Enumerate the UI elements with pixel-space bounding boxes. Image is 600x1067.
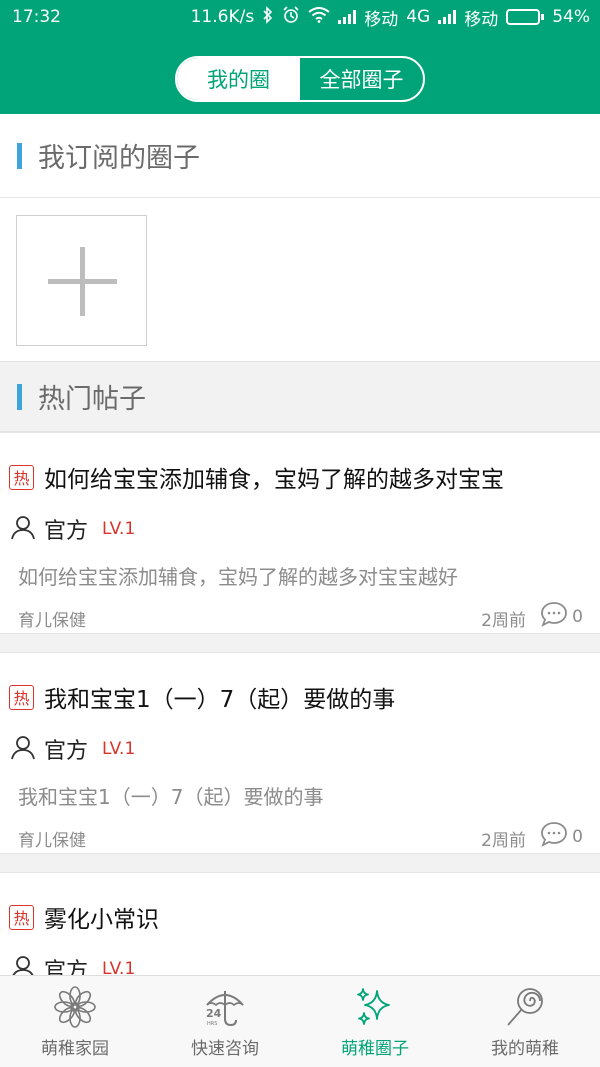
nav-label: 我的萌稚 bbox=[491, 1039, 559, 1059]
alarm-icon bbox=[282, 5, 300, 29]
sparkle-icon bbox=[351, 984, 399, 1030]
post-title-row: 热 雾化小常识 bbox=[9, 900, 600, 934]
lollipop-icon bbox=[501, 984, 549, 1030]
flower-icon bbox=[51, 984, 99, 1030]
section-accent-bar bbox=[17, 383, 22, 410]
section-title: 我订阅的圈子 bbox=[38, 143, 200, 174]
post-title-row: 热 我和宝宝1（一）7（起）要做的事 bbox=[9, 680, 600, 714]
battery-icon bbox=[506, 9, 545, 25]
bluetooth-icon bbox=[262, 5, 274, 29]
post-author: 官方 bbox=[44, 739, 89, 764]
post-category[interactable]: 育儿保健 bbox=[18, 606, 86, 631]
nav-label: 萌稚圈子 bbox=[341, 1039, 409, 1059]
post-summary: 我和宝宝1（一）7（起）要做的事 bbox=[18, 785, 324, 809]
author-level: LV.1 bbox=[102, 959, 136, 975]
post-author: 官方 bbox=[44, 519, 89, 544]
comment-count: 0 bbox=[572, 606, 583, 627]
section-title: 热门帖子 bbox=[38, 384, 146, 415]
user-icon bbox=[10, 514, 36, 544]
post-title-row: 热 如何给宝宝添加辅食，宝妈了解的越多对宝宝 bbox=[9, 460, 600, 494]
carrier-2: 移动 bbox=[464, 9, 499, 30]
post-author: 官方 bbox=[44, 959, 89, 975]
section-accent-bar bbox=[17, 142, 22, 169]
post-card[interactable]: 热 如何给宝宝添加辅食，宝妈了解的越多对宝宝 官方 LV.1 如何给宝宝添加辅食… bbox=[0, 432, 600, 634]
battery-percent: 54% bbox=[552, 7, 590, 27]
post-time: 2周前 bbox=[481, 611, 526, 631]
nav-label: 快速咨询 bbox=[191, 1039, 259, 1059]
post-comments[interactable]: 0 bbox=[540, 821, 583, 852]
net-speed: 11.6K/s bbox=[190, 7, 255, 27]
author-level: LV.1 bbox=[102, 739, 136, 759]
main-content[interactable]: 我订阅的圈子 热门帖子 热 如何给宝宝添加辅食，宝妈了解的越多对宝宝 官方 LV… bbox=[0, 114, 600, 975]
post-author-row: 官方 LV.1 bbox=[10, 953, 135, 975]
nav-item-mine[interactable]: 我的萌稚 bbox=[450, 976, 600, 1067]
nav-label: 萌稚家园 bbox=[41, 1039, 109, 1059]
post-category[interactable]: 育儿保健 bbox=[18, 826, 86, 851]
nav-item-consult[interactable]: 24 HRS 快速咨询 bbox=[150, 976, 300, 1067]
comment-icon bbox=[540, 821, 568, 852]
comment-count: 0 bbox=[572, 826, 583, 847]
signal-icon bbox=[438, 10, 457, 24]
circle-segment-control: 我的圈 全部圈子 bbox=[175, 56, 425, 102]
post-title: 如何给宝宝添加辅食，宝妈了解的越多对宝宝 bbox=[44, 467, 504, 493]
add-circle-button[interactable] bbox=[16, 215, 147, 346]
post-title: 我和宝宝1（一）7（起）要做的事 bbox=[44, 687, 396, 713]
hot-badge: 热 bbox=[9, 464, 34, 490]
tab-all-circles[interactable]: 全部圈子 bbox=[300, 58, 423, 100]
user-icon bbox=[10, 954, 36, 975]
post-time: 2周前 bbox=[481, 831, 526, 851]
author-level: LV.1 bbox=[102, 519, 136, 539]
svg-text:HRS: HRS bbox=[207, 1021, 217, 1027]
subscribed-section-header: 我订阅的圈子 bbox=[0, 114, 600, 198]
post-author-row: 官方 LV.1 bbox=[10, 733, 135, 765]
tab-my-circles[interactable]: 我的圈 bbox=[177, 58, 300, 100]
comment-icon bbox=[540, 601, 568, 632]
post-card[interactable]: 热 雾化小常识 官方 LV.1 bbox=[0, 872, 600, 975]
hot-badge: 热 bbox=[9, 684, 34, 710]
hot-posts-section-header: 热门帖子 bbox=[0, 362, 600, 432]
24hrs-umbrella-icon: 24 HRS bbox=[201, 984, 249, 1030]
status-bar: 17:32 11.6K/s 移动 4G 移动 54% bbox=[0, 0, 600, 34]
carrier-1: 移动 bbox=[364, 9, 399, 30]
signal-icon bbox=[338, 10, 357, 24]
svg-text:24: 24 bbox=[206, 1007, 222, 1020]
subscribed-circles-area bbox=[0, 198, 600, 362]
status-time: 17:32 bbox=[12, 7, 61, 27]
post-card[interactable]: 热 我和宝宝1（一）7（起）要做的事 官方 LV.1 我和宝宝1（一）7（起）要… bbox=[0, 652, 600, 854]
status-indicators: 11.6K/s 移动 4G 移动 54% bbox=[191, 5, 590, 30]
post-author-row: 官方 LV.1 bbox=[10, 513, 135, 545]
hot-badge: 热 bbox=[9, 904, 34, 930]
user-icon bbox=[10, 734, 36, 764]
post-title: 雾化小常识 bbox=[44, 907, 159, 933]
hot-post-list: 热 如何给宝宝添加辅食，宝妈了解的越多对宝宝 官方 LV.1 如何给宝宝添加辅食… bbox=[0, 432, 600, 975]
network-type: 4G bbox=[406, 7, 431, 27]
nav-item-home[interactable]: 萌稚家园 bbox=[0, 976, 150, 1067]
bottom-nav: 萌稚家园 24 HRS 快速咨询 萌稚圈子 我的萌稚 bbox=[0, 975, 600, 1067]
nav-item-circles[interactable]: 萌稚圈子 bbox=[300, 976, 450, 1067]
post-summary: 如何给宝宝添加辅食，宝妈了解的越多对宝宝越好 bbox=[18, 565, 458, 589]
app-header: 17:32 11.6K/s 移动 4G 移动 54% 我的圈 全部圈子 bbox=[0, 0, 600, 114]
post-comments[interactable]: 0 bbox=[540, 601, 583, 632]
wifi-icon bbox=[308, 6, 330, 28]
